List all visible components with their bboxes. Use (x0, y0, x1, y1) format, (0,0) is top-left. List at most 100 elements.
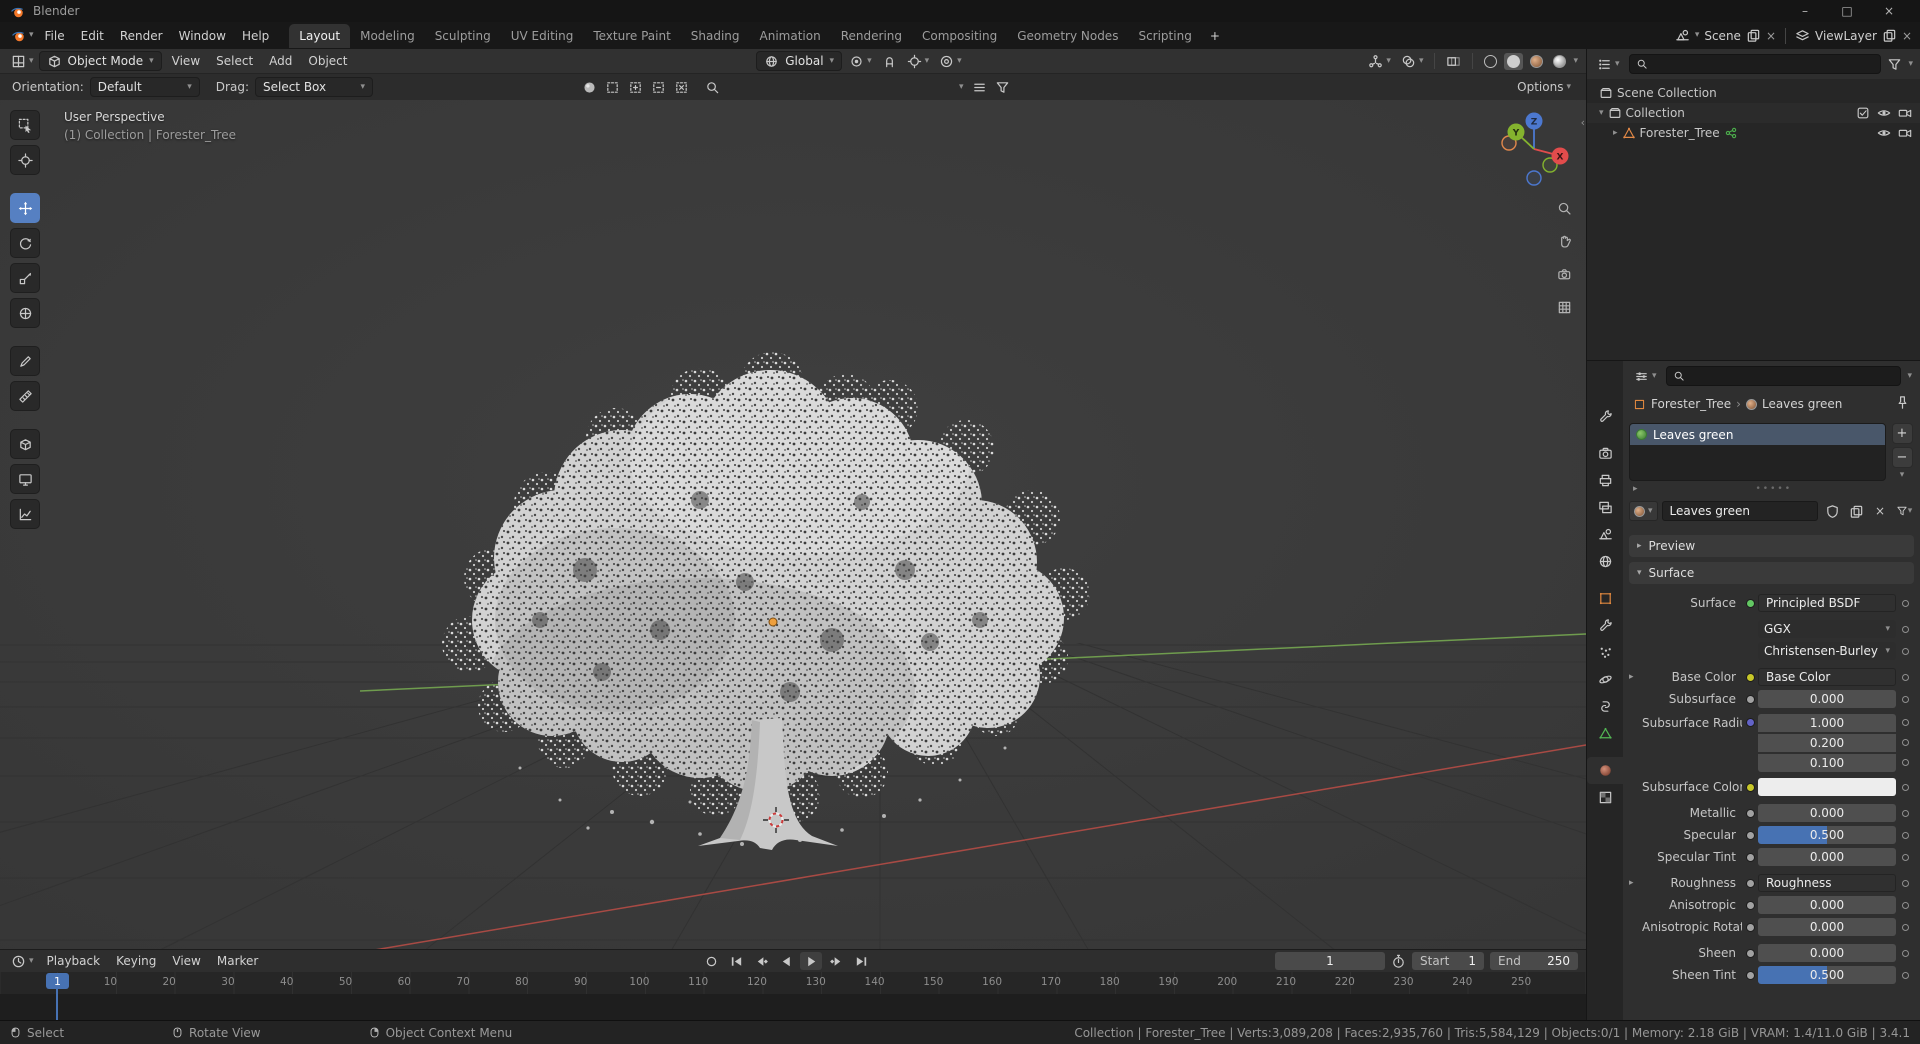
chevron-down-icon[interactable]: ▾ (1908, 59, 1913, 69)
jump-to-end-button[interactable] (850, 952, 872, 970)
zoom-button[interactable] (1552, 196, 1576, 220)
list-icon[interactable] (972, 80, 987, 95)
tab-material[interactable] (1587, 757, 1623, 784)
new-material-button[interactable] (1846, 501, 1866, 521)
tab-view-layer[interactable] (1587, 494, 1623, 521)
timeline-menu-item[interactable]: Playback (39, 952, 109, 970)
stopwatch-icon[interactable] (1391, 954, 1406, 969)
remove-slot-button[interactable]: − (1891, 447, 1913, 468)
matcap-sphere-button[interactable] (579, 78, 600, 97)
viewport-3d[interactable]: User Perspective (1) Collection | Forest… (0, 100, 1586, 949)
close-button[interactable]: × (1868, 4, 1910, 18)
decorator-dot[interactable] (1896, 853, 1914, 861)
decorator-dot[interactable] (1896, 759, 1914, 766)
next-keyframe-button[interactable] (825, 952, 847, 970)
tab-object-data[interactable] (1587, 720, 1623, 747)
tab-object[interactable] (1587, 585, 1623, 612)
decorator-dot[interactable] (1896, 695, 1914, 703)
tab-world[interactable] (1587, 548, 1623, 575)
timeline-menu-item[interactable]: View (164, 952, 208, 970)
start-frame-field[interactable]: Start 1 (1412, 952, 1484, 970)
transform-orientation-dropdown[interactable]: Global ▾ (756, 51, 843, 71)
tab-texture[interactable] (1587, 784, 1623, 811)
subsurface-method-dropdown[interactable]: Christensen-Burley ▾ (1758, 642, 1896, 660)
shading-material-button[interactable] (1527, 53, 1546, 70)
end-frame-field[interactable]: End 250 (1490, 952, 1578, 970)
menu-item[interactable]: Render (112, 27, 171, 45)
minimize-button[interactable]: – (1784, 4, 1826, 18)
decorator-dot[interactable] (1896, 809, 1914, 817)
tab-output[interactable] (1587, 467, 1623, 494)
snap-toggle[interactable] (879, 52, 900, 71)
specular-slider[interactable]: 0.500 (1758, 826, 1896, 844)
new-view-layer-icon[interactable] (1882, 28, 1897, 43)
current-frame-field[interactable]: 1 (1275, 952, 1385, 970)
surface-panel-header[interactable]: ▾ Surface (1629, 562, 1914, 584)
add-slot-button[interactable]: + (1891, 423, 1913, 444)
timeline-menu-item[interactable]: Marker (209, 952, 266, 970)
timeline-track-area[interactable]: 10 20 30 40 50 60 70 80 90 100 110 120 130 140 150 160 1… (0, 972, 1586, 1020)
tab-tool[interactable] (1587, 403, 1623, 430)
camera-view-button[interactable] (1552, 262, 1576, 286)
subsurface-radius-z-field[interactable]: 0.100 (1758, 753, 1896, 772)
preview-panel-header[interactable]: ▸ Preview (1629, 535, 1914, 557)
decorator-dot[interactable] (1896, 647, 1914, 655)
options-dropdown[interactable]: Options ▾ (1514, 78, 1574, 96)
slot-specials-dropdown[interactable]: ▾ (1900, 471, 1905, 480)
unlink-scene-icon[interactable]: × (1766, 29, 1776, 43)
sidebar-collapse-arrow[interactable]: ‹ (1581, 116, 1585, 129)
outliner-row-forester-tree[interactable]: ▸ Forester_Tree (1587, 123, 1920, 143)
gizmo-neg-z[interactable] (1526, 170, 1542, 186)
menu-item[interactable]: Edit (73, 27, 112, 45)
toggle-ortho-button[interactable] (1552, 295, 1576, 319)
xray-toggle[interactable] (1443, 52, 1464, 71)
workspace-tab[interactable]: Scripting (1128, 24, 1201, 48)
select-mode-invert-button[interactable] (671, 78, 692, 97)
fake-user-button[interactable] (1822, 501, 1842, 521)
subsurface-color-swatch[interactable] (1758, 778, 1896, 796)
cursor-tool[interactable] (10, 145, 40, 175)
timeline-menu-item[interactable]: Keying (108, 952, 164, 970)
annotate-tool[interactable] (10, 346, 40, 376)
workspace-tab[interactable]: Modeling (350, 24, 425, 48)
select-mode-subtract-button[interactable] (648, 78, 669, 97)
base-color-field[interactable]: Base Color (1758, 668, 1896, 686)
roughness-field[interactable]: Roughness (1758, 874, 1896, 892)
navigation-gizmo[interactable]: Z X Y (1489, 104, 1579, 197)
tool-search-button[interactable] (702, 78, 723, 97)
shading-wireframe-button[interactable] (1481, 53, 1500, 70)
new-scene-icon[interactable] (1746, 28, 1761, 43)
timeline-strip[interactable] (0, 994, 1586, 1020)
tab-constraints[interactable] (1587, 693, 1623, 720)
list-resize-grip[interactable]: ▸ ••••• (1629, 481, 1914, 497)
transform-tool[interactable] (10, 298, 40, 328)
breadcrumb-object[interactable]: Forester_Tree (1651, 397, 1731, 411)
play-reverse-button[interactable] (775, 952, 797, 970)
menu-item[interactable]: File (37, 27, 73, 45)
auto-keying-toggle[interactable] (700, 952, 722, 970)
shading-solid-button[interactable] (1504, 52, 1524, 70)
disable-render-camera-icon[interactable] (1898, 126, 1912, 140)
show-overlays-dropdown[interactable]: ▾ (1398, 52, 1427, 71)
pin-id-button[interactable] (1895, 395, 1910, 413)
select-mode-extend-button[interactable] (625, 78, 646, 97)
jump-to-start-button[interactable] (725, 952, 747, 970)
decorator-dot[interactable] (1896, 949, 1914, 957)
scale-tool[interactable] (10, 263, 40, 293)
object-origin-dot[interactable] (768, 617, 778, 627)
decorator-dot[interactable] (1896, 625, 1914, 633)
distribution-dropdown[interactable]: GGX ▾ (1758, 620, 1896, 638)
workspace-tab[interactable]: Compositing (912, 24, 1007, 48)
workspace-tab[interactable]: Shading (681, 24, 750, 48)
rotate-tool[interactable] (10, 228, 40, 258)
viewport-menu-item[interactable]: Select (208, 52, 261, 70)
mode-dropdown[interactable]: Object Mode ▾ (38, 51, 162, 71)
maximize-button[interactable]: □ (1826, 4, 1868, 18)
scene-selector[interactable]: Scene (1704, 29, 1741, 43)
browse-material-button[interactable]: ▾ (1629, 501, 1658, 521)
filter-icon[interactable] (995, 80, 1010, 95)
outliner-row-scene-collection[interactable]: Scene Collection (1587, 83, 1920, 103)
filter-icon[interactable] (1887, 57, 1902, 72)
tab-modifiers[interactable] (1587, 612, 1623, 639)
remove-view-layer-icon[interactable]: × (1902, 29, 1912, 43)
